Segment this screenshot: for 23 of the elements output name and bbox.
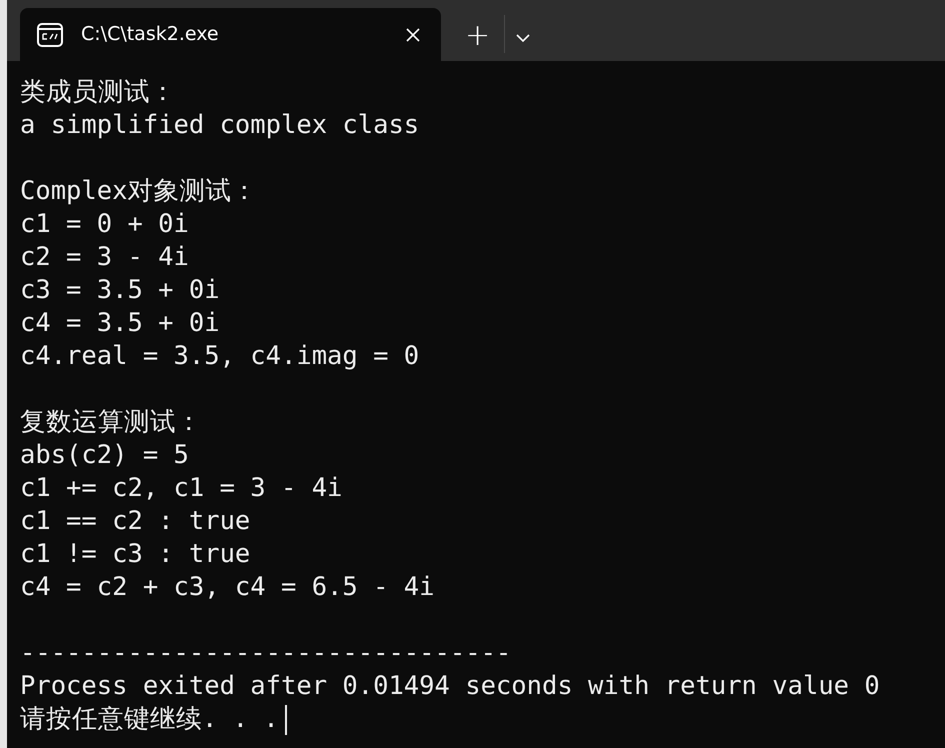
console-line: c4 = 3.5 + 0i bbox=[20, 307, 220, 340]
console-line: 类成员测试： bbox=[20, 76, 176, 109]
console-line: c4.real = 3.5, c4.imag = 0 bbox=[20, 340, 420, 373]
tab-title: C:\C\task2.exe bbox=[81, 22, 220, 48]
console-line: Process exited after 0.01494 seconds with return value 0 bbox=[20, 670, 880, 703]
console-line: c1 = 0 + 0i bbox=[20, 208, 189, 241]
chevron-down-icon bbox=[515, 33, 532, 43]
new-tab-button[interactable]: + bbox=[457, 21, 498, 51]
console-line: c1 == c2 : true bbox=[20, 505, 250, 538]
console-line: 请按任意键继续. . . bbox=[20, 703, 279, 736]
terminal-tab[interactable]: C:\C\task2.exe bbox=[20, 8, 441, 61]
console-line: a simplified complex class bbox=[20, 109, 420, 142]
console-line: c3 = 3.5 + 0i bbox=[20, 274, 220, 307]
console-line: 复数运算测试： bbox=[20, 406, 202, 439]
console-icon bbox=[37, 22, 63, 46]
text-cursor bbox=[284, 704, 287, 734]
console-line: c2 = 3 - 4i bbox=[20, 241, 189, 274]
console-line: c1 != c3 : true bbox=[20, 538, 250, 571]
console-line: c4 = c2 + c3, c4 = 6.5 - 4i bbox=[20, 571, 435, 604]
console-line: Complex对象测试： bbox=[20, 175, 258, 208]
console-line: abs(c2) = 5 bbox=[20, 439, 189, 472]
console-line: -------------------------------- bbox=[20, 637, 512, 670]
console-line: c1 += c2, c1 = 3 - 4i bbox=[20, 472, 342, 505]
